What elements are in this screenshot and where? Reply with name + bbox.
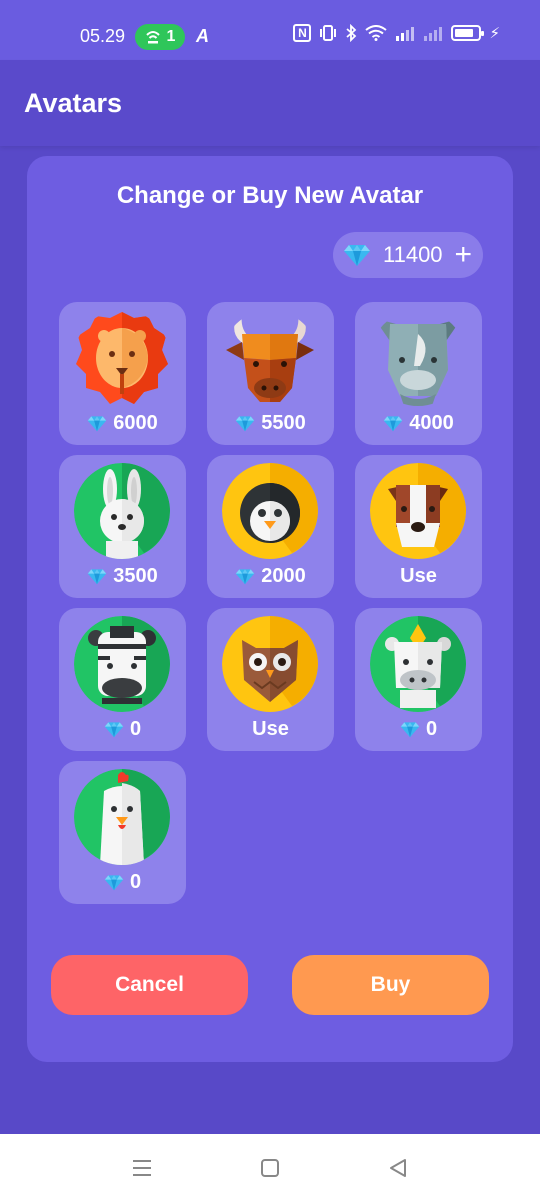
avatar-price-value: 6000 [113, 412, 158, 434]
vibrate-icon [320, 25, 337, 41]
diamond-icon [88, 569, 107, 585]
bluetooth-icon [346, 24, 357, 42]
system-nav-bar [0, 1134, 540, 1200]
dialog-title: Change or Buy New Avatar [116, 182, 424, 209]
avatar-price-value: 0 [425, 718, 438, 740]
avatar-card-dog[interactable]: Use [355, 455, 482, 598]
avatar-card-lion[interactable]: 6000 [59, 302, 186, 445]
charging-icon: ⚡ [489, 25, 500, 42]
wifi-icon [365, 25, 388, 41]
avatar-card-rhino[interactable]: 4000 [355, 302, 482, 445]
signal-2-icon [424, 27, 443, 41]
penguin-avatar [222, 463, 318, 559]
buy-button[interactable]: Buy [292, 955, 489, 1015]
avatar-card-penguin[interactable]: 2000 [207, 455, 334, 598]
avatar-price: 6000 [59, 412, 186, 435]
lion-avatar [74, 310, 170, 406]
avatar-dialog: Change or Buy New Avatar 11400 + 6000 55… [27, 156, 513, 1062]
hotspot-count: 1 [166, 28, 176, 45]
notification-a-icon: A [196, 26, 209, 46]
avatar-card-rabbit[interactable]: 3500 [59, 455, 186, 598]
unicorn-avatar [370, 616, 466, 712]
bull-avatar [222, 310, 318, 406]
avatar-card-bull[interactable]: 5500 [207, 302, 334, 445]
system-icons: N ⚡ [293, 24, 500, 42]
use-avatar-label: Use [252, 718, 289, 740]
avatar-card-zebra[interactable]: 0 [59, 608, 186, 751]
avatar-price-value: 2000 [261, 565, 306, 587]
diamond-icon [236, 569, 255, 585]
zebra-avatar [74, 616, 170, 712]
avatar-price: 5500 [207, 412, 334, 435]
avatar-price-value: 3500 [113, 565, 158, 587]
cancel-button[interactable]: Cancel [51, 955, 248, 1015]
avatar-card-chicken[interactable]: 0 [59, 761, 186, 904]
status-bar: 05.29 1 A N ⚡ [0, 0, 540, 60]
hotspot-icon [145, 31, 160, 44]
avatar-price-value: 0 [129, 718, 142, 740]
battery-icon [451, 25, 485, 41]
use-avatar-label: Use [400, 565, 437, 587]
page-title: Avatars [24, 88, 123, 118]
diamond-icon [384, 416, 403, 432]
avatar-card-unicorn[interactable]: 0 [355, 608, 482, 751]
avatar-price-value: 0 [129, 871, 142, 893]
diamond-icon [88, 416, 107, 432]
avatar-price: 2000 [207, 565, 334, 588]
home-icon[interactable] [258, 1156, 282, 1180]
diamond-icon [344, 245, 370, 266]
gem-balance-value: 11400 [383, 242, 443, 267]
nfc-icon: N [293, 24, 312, 42]
avatar-price: 0 [59, 718, 186, 741]
chicken-avatar [74, 769, 170, 865]
diamond-icon [400, 722, 420, 738]
avatar-price: 3500 [59, 565, 186, 588]
avatar-price: 0 [355, 718, 482, 741]
add-gems-button[interactable]: + [455, 240, 473, 270]
rabbit-avatar [74, 463, 170, 559]
avatar-card-owl[interactable]: Use [207, 608, 334, 751]
owl-avatar [222, 616, 318, 712]
avatar-price-value: 4000 [409, 412, 454, 434]
menu-icon[interactable] [130, 1156, 154, 1180]
signal-icon [396, 27, 415, 41]
diamond-icon [104, 722, 124, 738]
rhino-avatar [370, 310, 466, 406]
diamond-icon [104, 875, 124, 891]
hotspot-indicator: 1 [135, 24, 185, 50]
avatar-price-value: 5500 [261, 412, 306, 434]
app-bar: Avatars [0, 60, 540, 146]
avatar-price: 4000 [355, 412, 482, 435]
back-icon[interactable] [386, 1156, 410, 1180]
gem-balance: 11400 + [333, 232, 483, 278]
diamond-icon [236, 416, 255, 432]
status-time: 05.29 [80, 26, 126, 46]
dog-avatar [370, 463, 466, 559]
avatar-price: 0 [59, 871, 186, 894]
